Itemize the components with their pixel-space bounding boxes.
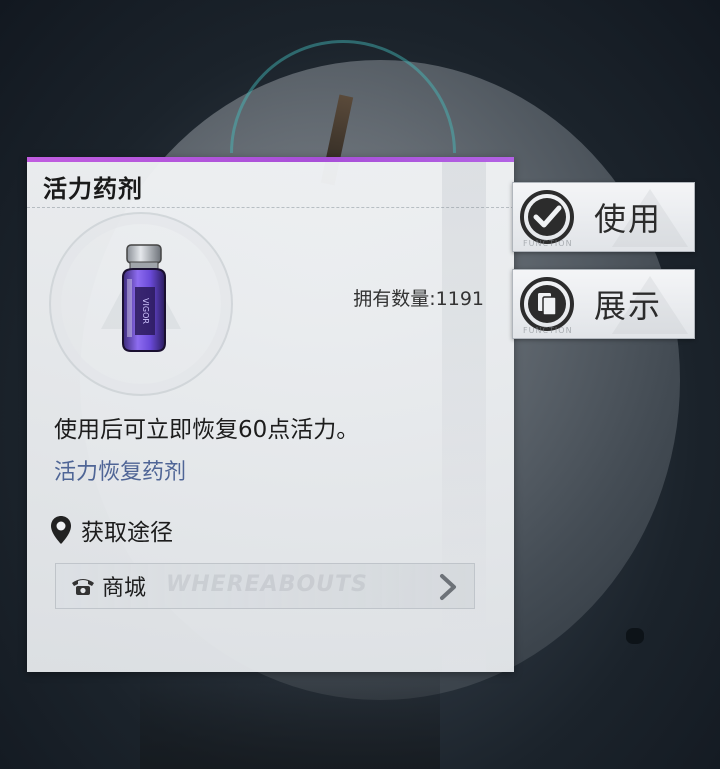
show-button[interactable]: 展示 FUNCTION bbox=[512, 269, 695, 339]
show-button-label: 展示 bbox=[594, 287, 663, 325]
acquire-sources-label: 获取途径 bbox=[81, 520, 173, 546]
rarity-bar bbox=[27, 157, 514, 162]
svg-text:VIGOR: VIGOR bbox=[141, 298, 150, 324]
checkmark-circle-icon bbox=[520, 190, 574, 244]
use-button[interactable]: 使用 FUNCTION bbox=[512, 182, 695, 252]
item-name: 活力药剂 bbox=[43, 175, 143, 203]
source-item-label: 商城 bbox=[102, 576, 147, 601]
item-subtitle: 活力恢复药剂 bbox=[54, 460, 187, 485]
cards-circle-icon bbox=[520, 277, 574, 331]
telephone-icon bbox=[72, 579, 94, 595]
purple-potion-bottle-icon: VIGOR bbox=[122, 244, 166, 352]
bottom-shadow bbox=[140, 670, 440, 769]
source-item-shop[interactable]: WHEREABOUTS 商城 bbox=[55, 563, 475, 609]
acquire-sources-heading: 获取途径 bbox=[50, 513, 173, 547]
map-pin-icon bbox=[51, 516, 71, 544]
owned-count: 拥有数量:1191 bbox=[353, 288, 484, 310]
item-description: 使用后可立即恢复60点活力。 bbox=[54, 417, 360, 443]
function-tag: FUNCTION bbox=[523, 239, 573, 248]
title-divider bbox=[27, 207, 514, 208]
use-button-label: 使用 bbox=[594, 200, 663, 238]
chevron-right-icon bbox=[440, 574, 456, 600]
item-detail-panel: 活力药剂 VIGOR 拥有数量:1191 使用后可立即恢复60点活力。 活力恢复 bbox=[27, 157, 514, 672]
floating-debris bbox=[626, 628, 644, 644]
function-tag: FUNCTION bbox=[523, 326, 573, 335]
source-item-watermark: WHEREABOUTS bbox=[166, 572, 368, 597]
